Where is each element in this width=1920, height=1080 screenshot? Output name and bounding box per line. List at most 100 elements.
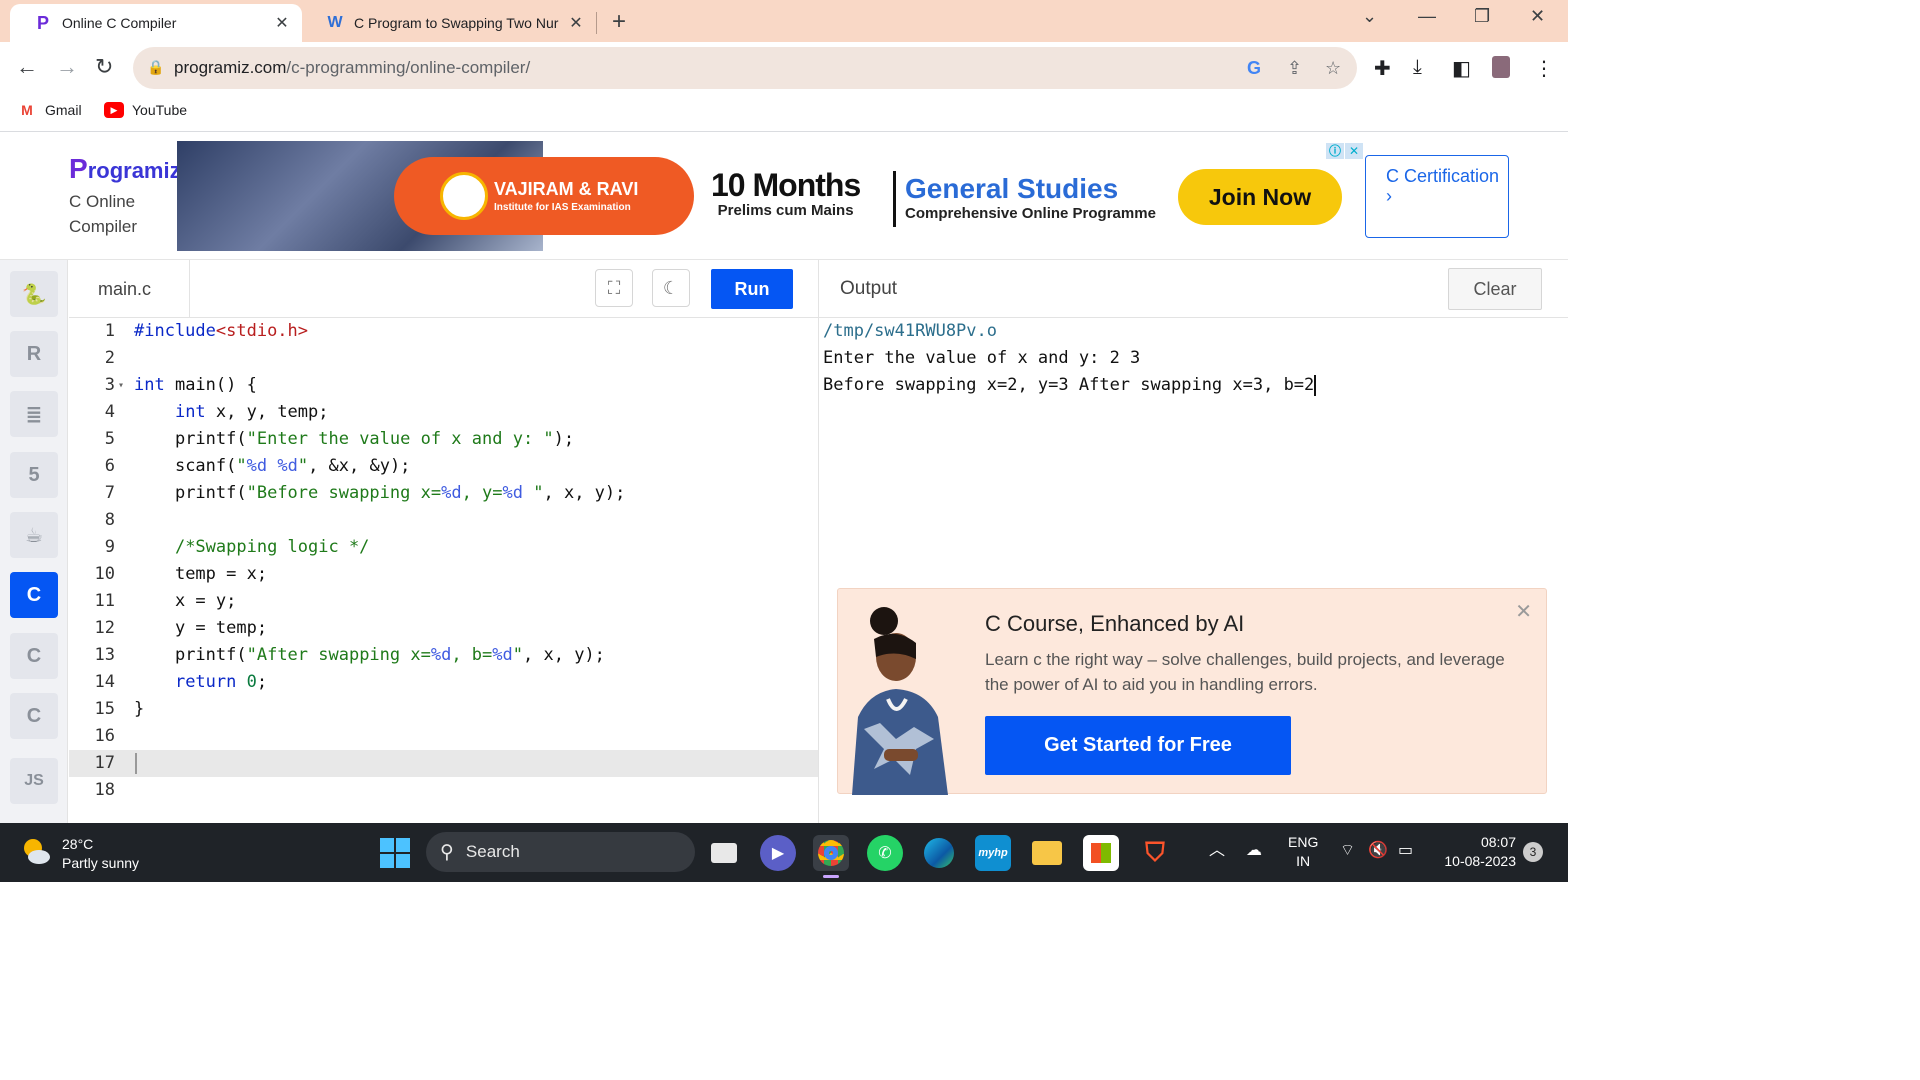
restore-icon[interactable]: ❐ <box>1474 6 1490 27</box>
ad-institute-name: VAJIRAM & RAVI <box>494 179 639 199</box>
minimize-icon[interactable]: — <box>1418 6 1436 27</box>
pane-divider[interactable] <box>818 260 819 823</box>
weather-widget[interactable]: 28°C Partly sunny <box>20 835 139 873</box>
forward-icon[interactable]: → <box>56 54 78 80</box>
output-console[interactable]: /tmp/sw41RWU8Pv.o Enter the value of x a… <box>823 318 1317 399</box>
bookmark-label: YouTube <box>132 102 188 118</box>
new-tab-button[interactable]: + <box>612 8 626 36</box>
browser-tab-bar: P Online C Compiler ✕ W C Program to Swa… <box>0 0 1568 42</box>
profile-avatar[interactable] <box>1492 56 1510 78</box>
google-icon[interactable]: G <box>1247 58 1261 79</box>
code-line: 11 x = y; <box>94 591 237 611</box>
tab-title: Online C Compiler <box>62 15 177 31</box>
html-icon[interactable]: 5 <box>10 452 58 498</box>
clock[interactable]: 08:07 10-08-2023 <box>1436 833 1516 871</box>
back-icon[interactable]: ← <box>16 54 38 80</box>
url-text: programiz.com/c-programming/online-compi… <box>174 58 531 77</box>
programiz-logo[interactable]: Programiz <box>69 153 181 185</box>
chrome-active-indicator <box>823 875 839 878</box>
show-hidden-icons-icon[interactable]: ︿ <box>1209 841 1225 860</box>
close-tab-icon[interactable]: ✕ <box>566 13 586 33</box>
address-bar[interactable]: 🔒 programiz.com/c-programming/online-com… <box>133 47 1357 89</box>
onedrive-icon[interactable]: ☁ <box>1246 841 1262 860</box>
c-icon[interactable]: C <box>10 572 58 618</box>
js-icon[interactable]: JS <box>10 758 58 804</box>
ad-institute-pill: VAJIRAM & RAVI Institute for IAS Examina… <box>394 157 694 235</box>
microsoft-store-icon[interactable] <box>1083 835 1119 871</box>
menu-icon[interactable]: ⋮ <box>1534 56 1554 81</box>
dark-mode-icon[interactable]: ☾ <box>652 269 690 307</box>
ad-close-icon[interactable]: ✕ <box>1345 143 1363 159</box>
volume-muted-icon[interactable]: 🔇 <box>1368 841 1388 860</box>
clear-button[interactable]: Clear <box>1448 268 1542 310</box>
tab-search-icon[interactable]: ⌄ <box>1362 6 1377 27</box>
csharp-icon[interactable]: C <box>10 693 58 739</box>
close-tab-icon[interactable]: ✕ <box>272 13 292 33</box>
bookmark-label: Gmail <box>45 102 82 118</box>
ad-info-icon[interactable]: ⓘ <box>1326 143 1344 159</box>
ad-separator <box>893 171 896 227</box>
start-button[interactable] <box>380 838 410 868</box>
code-line: 8 <box>104 510 115 530</box>
taskbar-search[interactable]: ⚲ Search <box>426 832 695 872</box>
ad-join-now-button[interactable]: Join Now <box>1178 169 1342 225</box>
download-icon[interactable]: ⤓ <box>1413 56 1422 79</box>
wifi-icon[interactable]: ⌔ <box>1340 841 1355 860</box>
java-icon[interactable]: ☕ <box>10 512 58 558</box>
youtube-icon: ▶ <box>104 102 124 118</box>
edge-icon[interactable] <box>921 835 957 871</box>
output-header: Output Clear <box>819 260 1568 318</box>
brand[interactable]: Programiz C Online Compiler <box>69 153 181 239</box>
extensions-icon[interactable]: ✚ <box>1374 56 1391 81</box>
close-icon[interactable]: ✕ <box>1515 599 1532 624</box>
sql-icon[interactable]: ≣ <box>10 391 58 437</box>
code-line: 4 int x, y, temp; <box>104 402 329 422</box>
fullscreen-icon[interactable]: ⛶ <box>595 269 633 307</box>
c-certification-button[interactable]: C Certification › <box>1365 155 1509 238</box>
ad-institute-logo-icon <box>440 172 488 220</box>
tab-online-c-compiler[interactable]: P Online C Compiler ✕ <box>10 4 302 42</box>
ad-general-studies: General Studies Comprehensive Online Pro… <box>905 173 1156 222</box>
myhp-icon[interactable]: myhp <box>975 835 1011 871</box>
tab-c-program-swapping[interactable]: W C Program to Swapping Two Nur ✕ <box>302 4 596 42</box>
output-line: Enter the value of x and y: 2 3 <box>823 348 1141 368</box>
fold-arrow-icon[interactable]: ▾ <box>118 372 124 399</box>
teams-chat-icon[interactable]: ▶ <box>760 835 796 871</box>
ad-choices[interactable]: ⓘ ✕ <box>1326 143 1364 159</box>
bookmark-youtube[interactable]: ▶ YouTube <box>104 102 187 118</box>
language-indicator[interactable]: ENG IN <box>1288 833 1318 871</box>
language-sidebar: 🐍 R ≣ 5 ☕ C C C JS <box>0 260 68 823</box>
share-icon[interactable]: ⇪ <box>1287 58 1302 79</box>
code-editor[interactable]: 1 #include<stdio.h> 2 3 ▾ int main() { 4 in… <box>69 318 818 823</box>
brave-icon[interactable]: ⛉ <box>1137 835 1173 871</box>
search-icon: ⚲ <box>440 841 454 863</box>
reload-icon[interactable]: ↻ <box>95 54 113 80</box>
page-subtitle: C Online Compiler <box>69 192 138 236</box>
promo-person-image <box>852 607 948 795</box>
code-line: 9 /*Swapping logic */ <box>104 537 370 557</box>
run-button[interactable]: Run <box>711 269 793 309</box>
advertisement-banner[interactable]: VAJIRAM & RAVI Institute for IAS Examina… <box>177 141 1364 251</box>
bookmark-gmail[interactable]: M Gmail <box>17 102 82 118</box>
weather-desc: Partly sunny <box>62 855 140 871</box>
cpp-icon[interactable]: C <box>10 633 58 679</box>
file-tab-main-c[interactable]: main.c <box>69 260 190 318</box>
battery-icon[interactable]: ▭ <box>1398 841 1413 860</box>
close-window-icon[interactable]: ✕ <box>1530 6 1545 27</box>
tab-divider <box>596 12 597 34</box>
chrome-icon[interactable] <box>813 835 849 871</box>
get-started-button[interactable]: Get Started for Free <box>985 716 1291 775</box>
python-icon[interactable]: 🐍 <box>10 271 58 317</box>
ad-months: 10 Months Prelims cum Mains <box>711 167 861 219</box>
side-panel-icon[interactable]: ◧ <box>1452 56 1471 81</box>
r-icon[interactable]: R <box>10 331 58 377</box>
code-line: 10 temp = x; <box>94 564 268 584</box>
notification-badge[interactable]: 3 <box>1523 842 1543 862</box>
task-view-icon[interactable] <box>706 835 742 871</box>
code-line: 7 printf("Before swapping x=%d, y=%d ", … <box>104 483 626 503</box>
editor-header: main.c ⛶ ☾ Run <box>69 260 818 318</box>
bookmark-star-icon[interactable]: ☆ <box>1325 58 1341 79</box>
whatsapp-icon[interactable]: ✆ <box>867 835 903 871</box>
file-explorer-icon[interactable] <box>1029 835 1065 871</box>
promo-title: C Course, Enhanced by AI <box>985 611 1245 636</box>
